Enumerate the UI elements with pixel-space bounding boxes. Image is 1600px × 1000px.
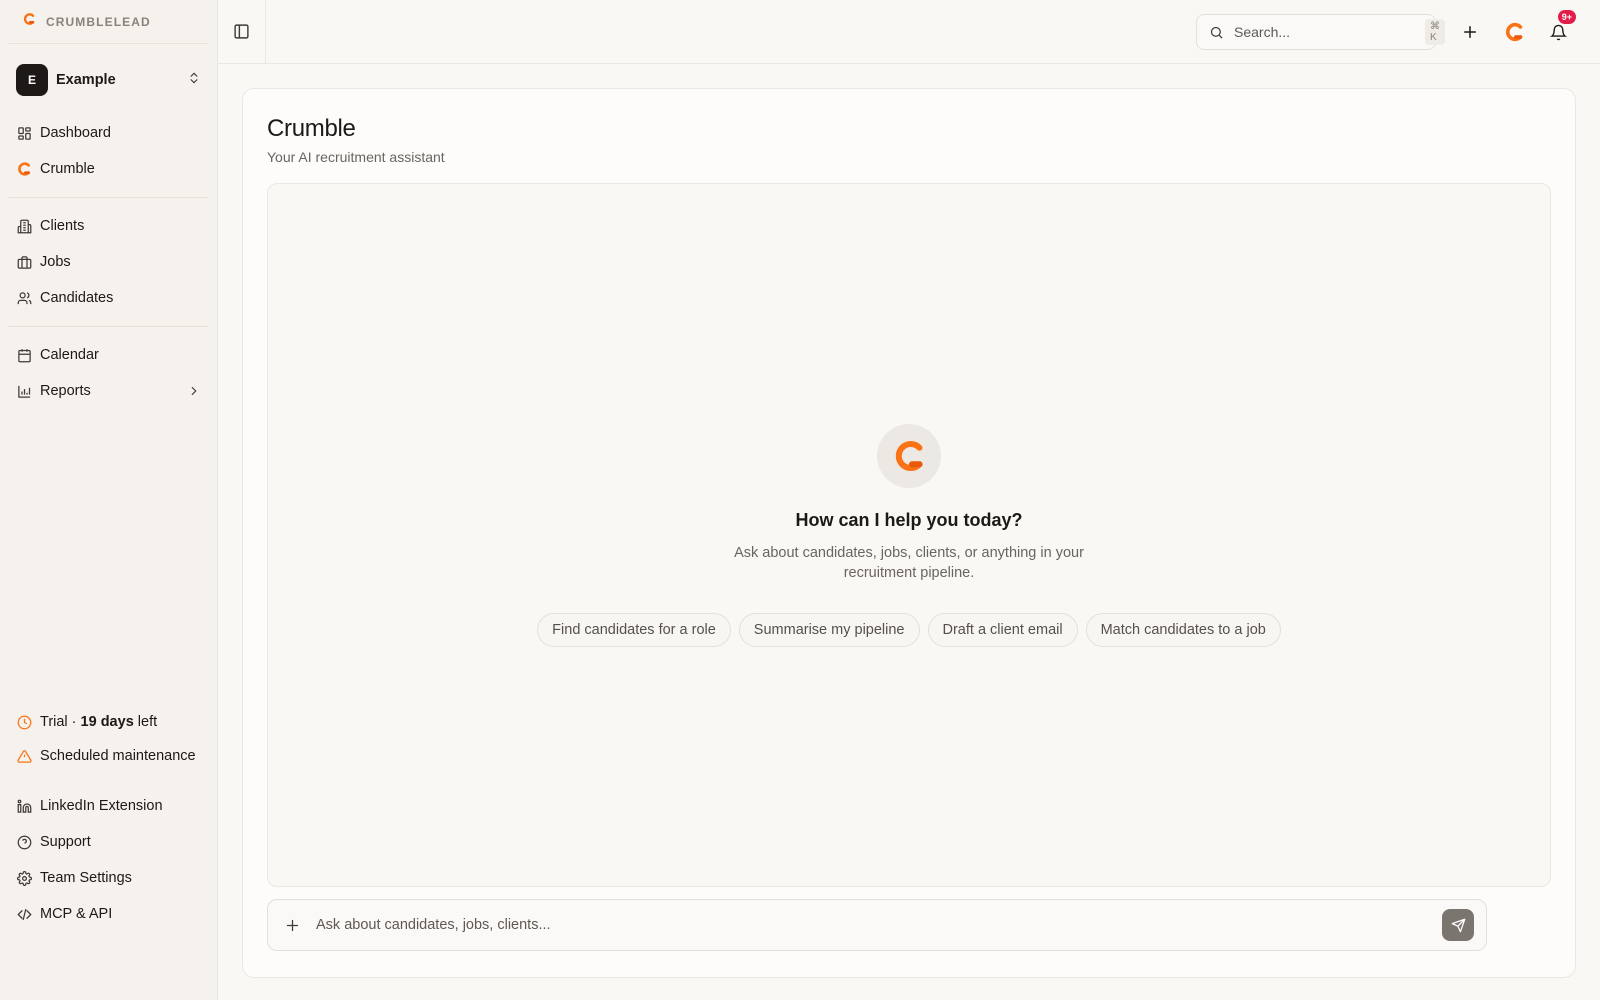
send-button[interactable] [1442, 909, 1474, 941]
sidebar-item-dashboard[interactable]: Dashboard [8, 115, 209, 151]
chat-composer [267, 899, 1487, 951]
linkedin-icon [16, 798, 32, 814]
sidebar-item-reports[interactable]: Reports [8, 373, 209, 409]
sidebar-item-label: Candidates [40, 290, 114, 306]
workspace-switcher[interactable]: E Example [8, 63, 209, 97]
divider [8, 780, 209, 781]
users-icon [16, 290, 32, 306]
suggestion-chips: Find candidates for a role Summarise my … [537, 612, 1281, 647]
notifications-button[interactable]: 9+ [1536, 10, 1580, 50]
trial-status[interactable]: Trial · 19 days left [8, 705, 209, 739]
maintenance-notice[interactable]: Scheduled maintenance [8, 739, 209, 773]
crumble-logo-icon [16, 161, 32, 177]
nav-primary: Dashboard Crumble [8, 111, 209, 191]
sidebar-item-label: MCP & API [40, 906, 113, 922]
chevron-up-down-icon [187, 71, 201, 90]
trial-days: 19 days [80, 714, 134, 730]
sidebar-panel-icon [233, 23, 250, 40]
crumble-logo-icon [22, 12, 36, 31]
sidebar-item-label: Dashboard [40, 125, 111, 141]
divider [8, 197, 209, 198]
nav-records: Clients Jobs Candidates [8, 204, 209, 320]
dashboard-icon [16, 125, 32, 141]
sidebar-item-label: Support [40, 834, 91, 850]
send-icon [1451, 918, 1466, 933]
sidebar-item-candidates[interactable]: Candidates [8, 280, 209, 316]
search-box[interactable]: ⌘ K [1196, 14, 1445, 50]
nav-footer: LinkedIn Extension Support Team Settings… [8, 784, 209, 936]
building-icon [16, 218, 32, 234]
trial-prefix: Trial · [40, 714, 81, 730]
page-title: Crumble [267, 115, 356, 142]
sidebar-item-label: Calendar [40, 347, 99, 363]
suggestion-summarise-pipeline[interactable]: Summarise my pipeline [738, 612, 920, 647]
sidebar-toggle-button[interactable] [218, 0, 266, 64]
bar-chart-icon [16, 383, 32, 399]
sidebar-item-label: Team Settings [40, 870, 132, 886]
calendar-icon [16, 347, 32, 363]
nav-status: Trial · 19 days left Scheduled maintenan… [8, 701, 209, 777]
page-subtitle: Your AI recruitment assistant [267, 149, 445, 165]
workspace-avatar: E [16, 64, 48, 96]
chat-heading: How can I help you today? [795, 509, 1023, 530]
notifications-badge: 9+ [1557, 10, 1576, 24]
chevron-right-icon [187, 384, 201, 398]
plus-icon [1461, 23, 1479, 41]
trial-suffix: left [133, 714, 158, 730]
attach-plus-icon[interactable] [284, 917, 304, 934]
topbar: ⌘ K 9+ [218, 0, 1600, 64]
crumble-logo-icon [1503, 21, 1525, 43]
warning-icon [16, 748, 32, 764]
sidebar: CRUMBLELEAD E Example Dashboard Crumble [0, 0, 218, 1000]
sidebar-item-label: Crumble [40, 161, 95, 177]
maintenance-label: Scheduled maintenance [40, 748, 196, 764]
sidebar-item-support[interactable]: Support [8, 824, 209, 860]
sidebar-item-clients[interactable]: Clients [8, 208, 209, 244]
search-shortcut-hint: ⌘ K [1425, 19, 1445, 45]
trial-text: Trial · 19 days left [40, 714, 201, 730]
sidebar-item-jobs[interactable]: Jobs [8, 244, 209, 280]
sidebar-item-label: LinkedIn Extension [40, 798, 163, 814]
main-area: ⌘ K 9+ [218, 0, 1600, 1000]
sidebar-item-linkedin-extension[interactable]: LinkedIn Extension [8, 788, 209, 824]
chat-description: Ask about candidates, jobs, clients, or … [734, 544, 1084, 581]
suggestion-match-candidates[interactable]: Match candidates to a job [1085, 612, 1281, 647]
topbar-actions: ⌘ K 9+ [1196, 10, 1580, 50]
crumble-card: Crumble Your AI recruitment assistant Ho… [242, 88, 1576, 978]
sidebar-item-crumble[interactable]: Crumble [8, 151, 209, 187]
divider [8, 326, 209, 327]
sidebar-item-mcp-api[interactable]: MCP & API [8, 896, 209, 932]
help-circle-icon [16, 834, 32, 850]
assistant-avatar [877, 423, 941, 488]
chat-empty-state: How can I help you today? Ask about cand… [267, 183, 1551, 887]
sidebar-item-label: Reports [40, 383, 91, 399]
gear-icon [16, 870, 32, 886]
bell-icon [1549, 24, 1567, 41]
suggestion-draft-email[interactable]: Draft a client email [927, 612, 1078, 647]
briefcase-icon [16, 254, 32, 270]
nav-tools: Calendar Reports [8, 333, 209, 413]
chat-input[interactable] [316, 917, 1442, 933]
brand-name: CRUMBLELEAD [46, 14, 151, 29]
crumble-logo-icon [891, 438, 927, 474]
search-input[interactable] [1234, 24, 1415, 40]
code-icon [16, 906, 32, 922]
crumble-assistant-button[interactable] [1492, 14, 1536, 50]
sidebar-item-team-settings[interactable]: Team Settings [8, 860, 209, 896]
brand-header[interactable]: CRUMBLELEAD [8, 0, 209, 44]
app-root: CRUMBLELEAD E Example Dashboard Crumble [0, 0, 1600, 1000]
sidebar-item-label: Jobs [40, 254, 71, 270]
suggestion-find-candidates[interactable]: Find candidates for a role [537, 612, 731, 647]
workspace-name: Example [56, 72, 116, 88]
add-button[interactable] [1448, 14, 1492, 50]
search-icon [1209, 25, 1224, 40]
sidebar-item-calendar[interactable]: Calendar [8, 337, 209, 373]
sidebar-item-label: Clients [40, 218, 85, 234]
clock-icon [16, 714, 32, 730]
content-area: Crumble Your AI recruitment assistant Ho… [218, 64, 1600, 1000]
